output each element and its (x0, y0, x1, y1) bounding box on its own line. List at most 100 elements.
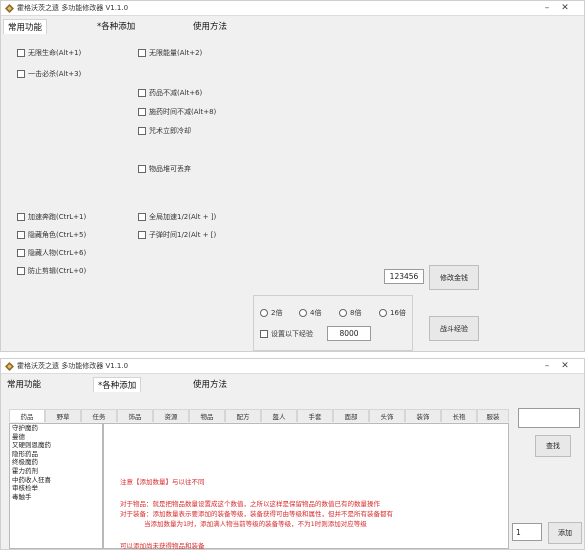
radio-8x[interactable]: 8倍 (339, 308, 361, 318)
checkbox-label: 防止剪辑(CtrL+0) (28, 267, 87, 275)
checkbox-box[interactable] (17, 70, 25, 78)
checkbox-box[interactable] (138, 231, 146, 239)
checkbox-infinite-health[interactable]: 无限生命(Alt+1) (17, 48, 81, 58)
description-panel: 注意【添加数量】与以往不同 对于物品：就是把物品数量设置成这个数值，之所以这样是… (103, 423, 509, 550)
quantity-input[interactable]: 1 (512, 523, 542, 541)
add-button[interactable]: 添加 (548, 522, 582, 544)
modify-gold-button[interactable]: 修改金钱 (429, 265, 479, 290)
battle-exp-button[interactable]: 战斗经验 (429, 316, 479, 341)
category-tab-potions[interactable]: 药品 (9, 409, 45, 422)
minimize-icon[interactable]: – (539, 2, 555, 14)
list-item[interactable]: 守护魔药 (10, 424, 102, 433)
category-tab-helmets[interactable]: 盔人 (261, 409, 297, 422)
category-tab-resources[interactable]: 资源 (153, 409, 189, 422)
checkbox-hide-character[interactable]: 隐藏角色(CtrL+5) (17, 230, 86, 240)
item-list[interactable]: 守护魔药 曼德 又硬则恩魔药 隐形药品 终极魔药 霍力药剂 中药收人狂喜 审核检… (9, 423, 103, 549)
checkbox-spell-instant-cooldown[interactable]: 咒术立即冷却 (138, 126, 191, 136)
checkbox-box[interactable] (17, 213, 25, 221)
checkbox-box[interactable] (138, 127, 146, 135)
tab-bar: 常用功能 *各种添加 使用方法 (1, 16, 584, 34)
search-button[interactable]: 查找 (535, 435, 571, 457)
category-tab-outfits[interactable]: 服装 (477, 409, 509, 422)
checkbox-one-hit-kill[interactable]: 一击必杀(Alt+3) (17, 69, 81, 79)
tab-various-add[interactable]: *各种添加 (93, 377, 142, 392)
checkbox-box[interactable] (260, 330, 268, 338)
checkbox-label: 施药时间不减(Alt+8) (149, 108, 217, 116)
checkbox-box[interactable] (17, 231, 25, 239)
app-icon (5, 4, 14, 13)
list-item[interactable]: 终极魔药 (10, 458, 102, 467)
checkbox-label: 隐藏角色(CtrL+5) (28, 231, 87, 239)
list-item[interactable]: 又硬则恩魔药 (10, 441, 102, 450)
category-tab-headwear[interactable]: 头饰 (369, 409, 405, 422)
radio-circle[interactable] (339, 309, 347, 317)
close-icon[interactable]: ✕ (557, 360, 573, 372)
category-tab-face[interactable]: 面部 (333, 409, 369, 422)
tab-various-add[interactable]: *各种添加 (93, 19, 139, 33)
checkbox-label: 全局加速1/2(Alt + ]) (149, 213, 217, 221)
checkbox-items-droppable[interactable]: 物品堆可丢弃 (138, 164, 191, 174)
radio-16x[interactable]: 16倍 (379, 308, 406, 318)
checkbox-label: 隐藏人物(CtrL+6) (28, 249, 87, 257)
add-items-window: 霍格沃茨之遗 多功能修改器 V1.1.0 – ✕ 常用功能 *各种添加 使用方法… (0, 358, 585, 550)
checkbox-potion-time-not-decrease[interactable]: 施药时间不减(Alt+8) (138, 107, 216, 117)
list-item[interactable]: 曼德 (10, 433, 102, 442)
close-icon[interactable]: ✕ (557, 2, 573, 14)
checkbox-box[interactable] (138, 213, 146, 221)
checkbox-box[interactable] (138, 49, 146, 57)
description-line: 注意【添加数量】与以往不同 (120, 478, 205, 486)
checkbox-potions-not-decrease[interactable]: 药品不减(Alt+6) (138, 88, 202, 98)
description-line: 可以添加尚未获得物品和装备 (120, 542, 205, 550)
checkbox-box[interactable] (138, 108, 146, 116)
app-icon (5, 362, 14, 371)
category-tab-items[interactable]: 物品 (189, 409, 225, 422)
radio-circle[interactable] (260, 309, 268, 317)
radio-4x[interactable]: 4倍 (299, 308, 321, 318)
checkbox-box[interactable] (138, 165, 146, 173)
radio-label: 4倍 (310, 309, 322, 317)
radio-circle[interactable] (379, 309, 387, 317)
list-item[interactable]: 毒触手 (10, 493, 102, 502)
checkbox-box[interactable] (17, 49, 25, 57)
checkbox-box[interactable] (17, 249, 25, 257)
checkbox-hide-npc[interactable]: 隐藏人物(CtrL+6) (17, 248, 86, 258)
checkbox-label: 子弹时间1/2(Alt + [) (149, 231, 217, 239)
main-window: 霍格沃茨之遗 多功能修改器 V1.1.0 – ✕ 常用功能 *各种添加 使用方法… (0, 0, 585, 352)
list-item[interactable]: 审核检举 (10, 484, 102, 493)
category-tab-recipes[interactable]: 配方 (225, 409, 261, 422)
window-title: 霍格沃茨之遗 多功能修改器 V1.1.0 (17, 362, 129, 370)
minimize-icon[interactable]: – (539, 360, 555, 372)
radio-circle[interactable] (299, 309, 307, 317)
title-bar: 霍格沃茨之遗 多功能修改器 V1.1.0 – ✕ (1, 359, 584, 374)
category-tab-gloves[interactable]: 手套 (297, 409, 333, 422)
gold-input[interactable]: 123456 (384, 269, 424, 284)
tab-usage[interactable]: 使用方法 (189, 377, 231, 391)
checkbox-speed-run[interactable]: 加速奔跑(CtrL+1) (17, 212, 86, 222)
checkbox-label: 咒术立即冷却 (149, 127, 191, 135)
search-input[interactable] (518, 408, 580, 428)
checkbox-box[interactable] (138, 89, 146, 97)
checkbox-label: 无限生命(Alt+1) (28, 49, 82, 57)
list-item[interactable]: 霍力药剂 (10, 467, 102, 476)
tab-common-functions[interactable]: 常用功能 (3, 377, 45, 391)
radio-label: 16倍 (390, 309, 406, 317)
checkbox-infinite-energy[interactable]: 无限能量(Alt+2) (138, 48, 202, 58)
checkbox-global-speed[interactable]: 全局加速1/2(Alt + ]) (138, 212, 216, 222)
category-tab-accessories[interactable]: 饰品 (117, 409, 153, 422)
checkbox-prevent-clipping[interactable]: 防止剪辑(CtrL+0) (17, 266, 86, 276)
checkbox-bullet-time[interactable]: 子弹时间1/2(Alt + [) (138, 230, 216, 240)
category-tab-decorations[interactable]: 装饰 (405, 409, 441, 422)
tab-common-functions[interactable]: 常用功能 (3, 19, 48, 34)
list-item[interactable]: 中药收人狂喜 (10, 476, 102, 485)
checkbox-label: 设置以下经验 (271, 330, 313, 338)
tab-usage[interactable]: 使用方法 (189, 19, 231, 33)
exp-input[interactable]: 8000 (327, 326, 371, 341)
checkbox-set-exp[interactable]: 设置以下经验 (260, 329, 313, 339)
radio-2x[interactable]: 2倍 (260, 308, 282, 318)
checkbox-label: 无限能量(Alt+2) (149, 49, 203, 57)
category-tab-robes[interactable]: 长袍 (441, 409, 477, 422)
checkbox-box[interactable] (17, 267, 25, 275)
description-line: 对于物品：就是把物品数量设置成这个数值，之所以这样是保留物品的数值已有的数量操作 (120, 500, 380, 508)
category-tab-quests[interactable]: 任务 (81, 409, 117, 422)
category-tab-herbs[interactable]: 野草 (45, 409, 81, 422)
